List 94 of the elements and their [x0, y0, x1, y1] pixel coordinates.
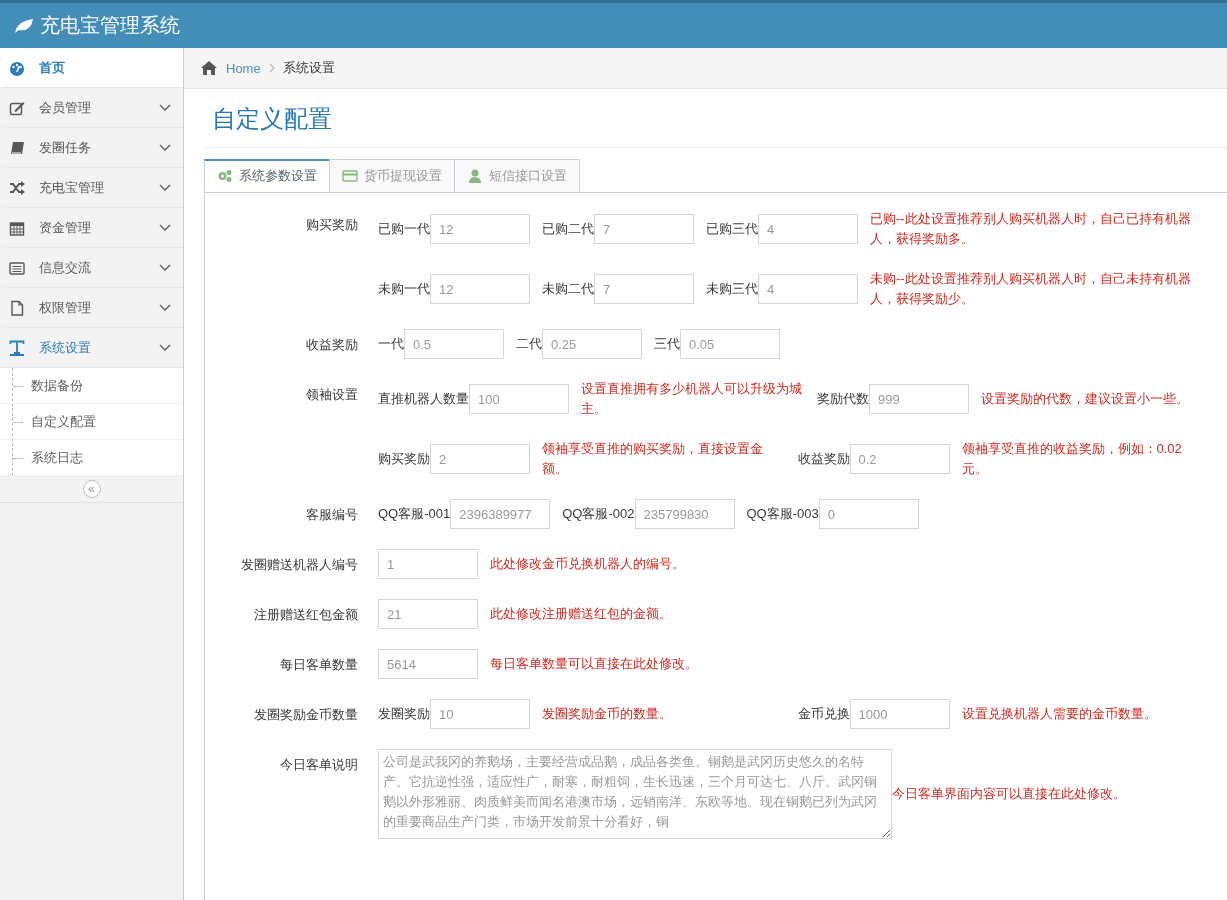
input-field[interactable]: 0.05 — [680, 329, 780, 359]
user-icon — [467, 168, 483, 184]
submenu-item[interactable]: 自定义配置 — [1, 404, 183, 440]
chevron-down-icon — [159, 223, 171, 232]
input-field[interactable]: 999 — [869, 384, 969, 414]
form-label: 购买奖励 — [306, 217, 358, 232]
input-field[interactable]: 4 — [758, 214, 858, 244]
hint-text: 发圈奖励金币的数量。 — [542, 705, 673, 723]
hint-text: 此处修改金币兑换机器人的编号。 — [490, 555, 686, 573]
form-label: 注册赠送红包金额 — [254, 607, 358, 622]
input-field[interactable]: 1000 — [849, 699, 950, 729]
input-field[interactable]: 1 — [378, 549, 478, 579]
home-icon — [200, 60, 218, 76]
input-field[interactable]: 0.25 — [542, 329, 642, 359]
leaf-icon — [14, 17, 34, 34]
text-icon — [9, 339, 25, 356]
chevron-right-icon — [268, 63, 275, 73]
form-label: 发圈赠送机器人编号 — [241, 557, 358, 572]
cogs-icon — [217, 168, 233, 184]
field-label: QQ客服-002 — [562, 505, 635, 523]
hint-text: 设置直推拥有多少机器人可以升级为城主。 — [581, 380, 803, 418]
chevron-down-icon — [159, 263, 171, 272]
field-label: 未购一代 — [378, 280, 430, 298]
hint-text: 已购--此处设置推荐别人购买机器人时，自己已持有机器人，获得奖励多。 — [870, 210, 1192, 248]
form-label: 发圈奖励金币数量 — [254, 707, 358, 722]
input-field[interactable]: 5614 — [378, 649, 478, 679]
field-label: 收益奖励 — [797, 450, 850, 468]
field-label: 三代 — [654, 335, 680, 353]
hint-text: 未购--此处设置推荐别人购买机器人时，自己未持有机器人，获得奖励少。 — [870, 270, 1192, 308]
field-label: QQ客服-001 — [378, 505, 451, 523]
input-field[interactable]: 4 — [758, 274, 858, 304]
hint-text: 此处修改注册赠送红包的金额。 — [490, 605, 673, 623]
edit-icon — [9, 99, 25, 116]
field-label: 已购一代 — [378, 220, 430, 238]
form-label: 客服编号 — [306, 507, 358, 522]
breadcrumb-text: 系统设置 — [282, 59, 335, 77]
input-field[interactable]: 0.2 — [849, 444, 950, 474]
input-field[interactable]: 0.5 — [404, 329, 504, 359]
hint-text: 领袖享受直推的收益奖励，例如：0.02元。 — [961, 440, 1183, 478]
chevron-down-icon — [159, 143, 171, 152]
text-area[interactable]: 公司是武我冈的养鹅场，主要经营成品鹅，成品各类鱼。铜鹅是武冈历史悠久的名特产。它抗逆性强，适应性广，耐寒，耐粗饲，生长迅速，三个月可达七、八斤。武冈铜鹅以外形雅丽、肉质鲜美而闻名港澳市场，远销南洋、东欧等地。现在铜鹅已列为武冈的重要商品生产门类，市场开发前景十分看好，铜 — [378, 749, 892, 839]
tab[interactable]: 货币提现设置 — [329, 159, 455, 193]
field-label: 发圈奖励 — [378, 705, 430, 723]
form-label: 收益奖励 — [306, 337, 358, 352]
field-label: 奖励代数 — [817, 390, 869, 408]
field-label: 金币兑换 — [797, 705, 850, 723]
form-label: 今日客单说明 — [280, 757, 358, 772]
hint-text: 设置奖励的代数，建议设置小一些。 — [981, 390, 1190, 408]
tab[interactable]: 短信接口设置 — [454, 159, 580, 193]
hint-text: 设置兑换机器人需要的金币数量。 — [961, 705, 1158, 723]
chevron-down-icon — [159, 183, 171, 192]
input-field[interactable]: 235799830 — [634, 499, 735, 529]
chevron-down-icon — [159, 343, 171, 352]
submenu-item[interactable]: 数据备份 — [1, 368, 183, 404]
collapse-button[interactable] — [82, 480, 101, 498]
field-label: 未购三代 — [706, 280, 758, 298]
input-field[interactable]: 21 — [378, 599, 478, 629]
field-label: 已购三代 — [706, 220, 758, 238]
chevron-down-icon — [159, 303, 171, 312]
file-icon — [9, 299, 25, 316]
input-field[interactable]: 0 — [818, 499, 919, 529]
double-chevron-left-icon — [87, 484, 96, 494]
field-label: QQ客服-003 — [746, 505, 819, 523]
chevron-down-icon — [159, 103, 171, 112]
input-field[interactable]: 7 — [594, 214, 694, 244]
app-title: 充电宝管理系统 — [40, 13, 180, 38]
hint-text: 每日客单数量可以直接在此处修改。 — [490, 655, 699, 673]
hint-text: 领袖享受直推的购买奖励，直接设置金额。 — [542, 440, 764, 478]
field-label: 已购二代 — [542, 220, 594, 238]
hint-text: 今日客单界面内容可以直接在此处修改。 — [892, 785, 1127, 803]
field-label: 一代 — [378, 335, 404, 353]
input-field[interactable]: 100 — [469, 384, 569, 414]
card-icon — [342, 168, 358, 184]
dashboard-icon — [9, 59, 25, 76]
list-icon — [9, 259, 25, 276]
field-label: 直推机器人数量 — [378, 390, 469, 408]
page-title: 自定义配置 — [204, 89, 1227, 148]
field-label: 购买奖励 — [378, 450, 430, 468]
field-label: 二代 — [516, 335, 542, 353]
form-label: 领袖设置 — [306, 387, 358, 402]
calendar-icon — [9, 219, 25, 236]
shuffle-icon — [9, 179, 25, 196]
input-field[interactable]: 7 — [594, 274, 694, 304]
input-field[interactable]: 12 — [430, 214, 530, 244]
breadcrumb-link[interactable]: Home — [226, 60, 261, 76]
book-icon — [9, 139, 25, 156]
input-field[interactable]: 12 — [430, 274, 530, 304]
tab[interactable]: 系统参数设置 — [204, 159, 330, 192]
form-label: 每日客单数量 — [280, 657, 358, 672]
field-label: 未购二代 — [542, 280, 594, 298]
input-field[interactable]: 10 — [430, 699, 530, 729]
input-field[interactable]: 2 — [430, 444, 530, 474]
input-field[interactable]: 2396389977 — [450, 499, 551, 529]
menu-item[interactable]: 首页 — [0, 48, 183, 88]
